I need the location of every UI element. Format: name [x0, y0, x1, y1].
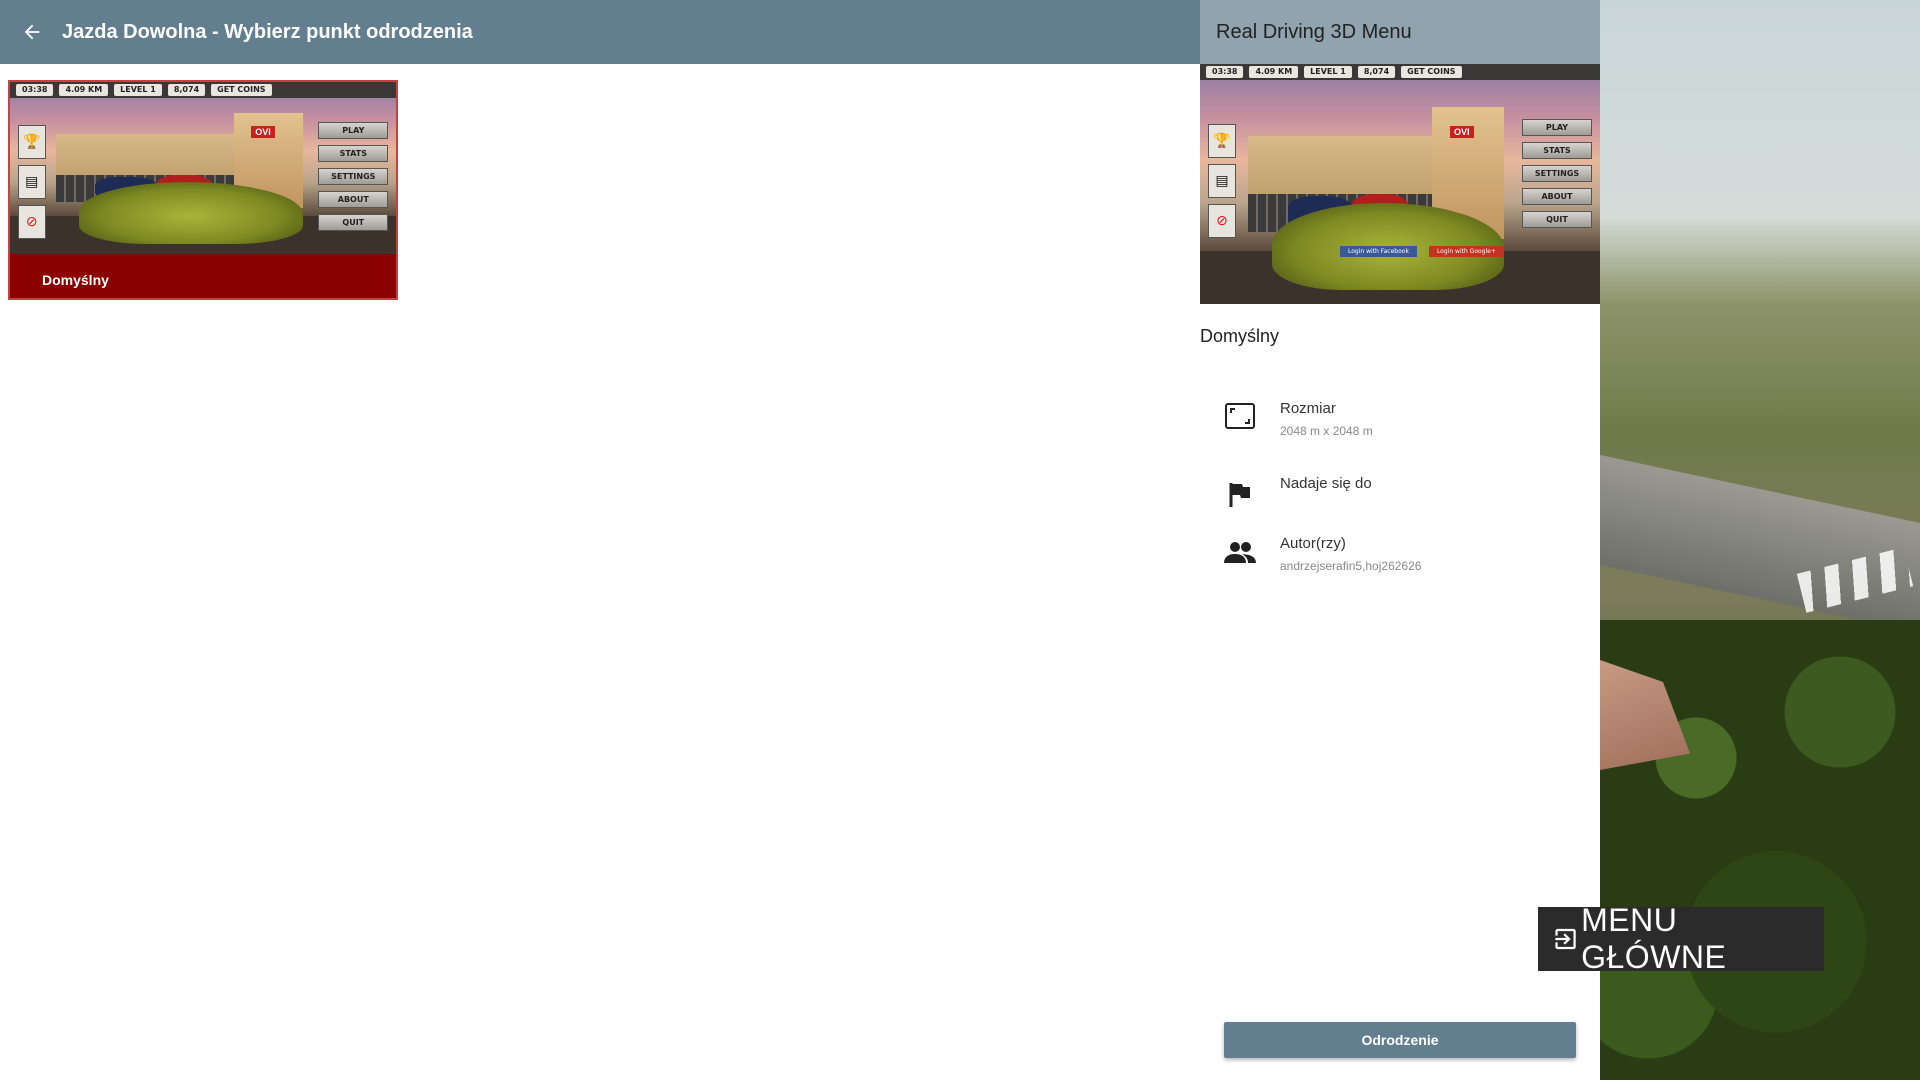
- top-app-bar: Jazda Dowolna - Wybierz punkt odrodzenia: [0, 0, 1200, 64]
- hud-level: LEVEL 1: [1304, 66, 1352, 78]
- game-quit: QUIT: [1522, 211, 1592, 229]
- people-icon: [1224, 537, 1256, 569]
- green-car: [79, 181, 304, 244]
- no-ads-icon: ⊘: [1208, 204, 1236, 238]
- game-about: ABOUT: [1522, 188, 1592, 206]
- side-icons: 🏆 ▤ ⊘: [17, 125, 46, 239]
- game-quit: QUIT: [318, 213, 389, 231]
- aspect-ratio-icon: [1224, 400, 1256, 432]
- detail-size-value: 2048 m x 2048 m: [1280, 424, 1373, 438]
- detail-suitable-title: Nadaje się do: [1280, 475, 1372, 492]
- hud-bar-large: 03:38 4.09 KM LEVEL 1 8,074 GET COINS: [1200, 64, 1600, 80]
- panel-title: Real Driving 3D Menu: [1200, 0, 1600, 64]
- game-settings: SETTINGS: [318, 167, 389, 185]
- game-stats: STATS: [1522, 142, 1592, 160]
- login-bar: Login with Facebook Login with Google+: [1340, 246, 1504, 258]
- hud-distance: 4.09 KM: [1249, 66, 1299, 78]
- game-play: PLAY: [1522, 119, 1592, 137]
- game-menu: PLAY STATS SETTINGS ABOUT QUIT: [1522, 119, 1592, 229]
- leaderboard-icon: ▤: [17, 165, 46, 199]
- back-button[interactable]: [0, 0, 64, 64]
- trophy-icon: 🏆: [1208, 124, 1236, 158]
- hud-get-coins: GET COINS: [211, 84, 272, 96]
- hud-bar: 03:38 4.09 KM LEVEL 1 8,074 GET COINS: [10, 82, 396, 98]
- detail-authors-title: Autor(rzy): [1280, 535, 1346, 552]
- hud-level: LEVEL 1: [114, 84, 162, 96]
- map-card-default[interactable]: 03:38 4.09 KM LEVEL 1 8,074 GET COINS 🏆 …: [8, 80, 398, 300]
- spawn-button[interactable]: Odrodzenie: [1224, 1022, 1576, 1058]
- hud-get-coins: GET COINS: [1401, 66, 1462, 78]
- hud-coins: 8,074: [1357, 66, 1396, 78]
- login-facebook: Login with Facebook: [1340, 246, 1417, 258]
- map-name-heading: Domyślny: [1200, 326, 1280, 346]
- detail-authors: Autor(rzy) andrzejserafin5,hoj262626: [1200, 535, 1600, 595]
- game-play: PLAY: [318, 121, 389, 139]
- map-thumbnail: 03:38 4.09 KM LEVEL 1 8,074 GET COINS 🏆 …: [10, 82, 396, 254]
- exit-to-app-icon: [1555, 928, 1576, 950]
- main-menu-label: MENU GŁÓWNE: [1581, 902, 1727, 975]
- leaderboard-icon: ▤: [1208, 164, 1236, 198]
- main-menu-button[interactable]: MENU GŁÓWNE: [1538, 902, 1824, 975]
- game-stats: STATS: [318, 144, 389, 162]
- login-google: Login with Google+: [1428, 246, 1504, 258]
- no-ads-icon: ⊘: [17, 205, 46, 239]
- hud-coins: 8,074: [167, 84, 206, 96]
- highway: [1600, 455, 1920, 638]
- arrow-left-icon: [24, 24, 40, 40]
- game-menu: PLAY STATS SETTINGS ABOUT QUIT: [318, 121, 389, 231]
- map-card-label: Domyślny: [42, 272, 109, 288]
- flag-icon: [1224, 479, 1256, 511]
- detail-size-title: Rozmiar: [1280, 400, 1336, 417]
- game-settings: SETTINGS: [1522, 165, 1592, 183]
- detail-suitable-for: Nadaje się do: [1200, 475, 1600, 535]
- panel-preview-image: 03:38 4.09 KM LEVEL 1 8,074 GET COINS 🏆 …: [1200, 64, 1600, 304]
- game-about: ABOUT: [318, 190, 389, 208]
- detail-size: Rozmiar 2048 m x 2048 m: [1200, 400, 1600, 460]
- hud-time: 03:38: [16, 84, 54, 96]
- side-icons: 🏆 ▤ ⊘: [1208, 124, 1236, 238]
- detail-authors-value: andrzejserafin5,hoj262626: [1280, 559, 1422, 573]
- hud-time: 03:38: [1206, 66, 1244, 78]
- trophy-icon: 🏆: [17, 125, 46, 159]
- page-title: Jazda Dowolna - Wybierz punkt odrodzenia: [62, 20, 473, 43]
- hud-distance: 4.09 KM: [59, 84, 109, 96]
